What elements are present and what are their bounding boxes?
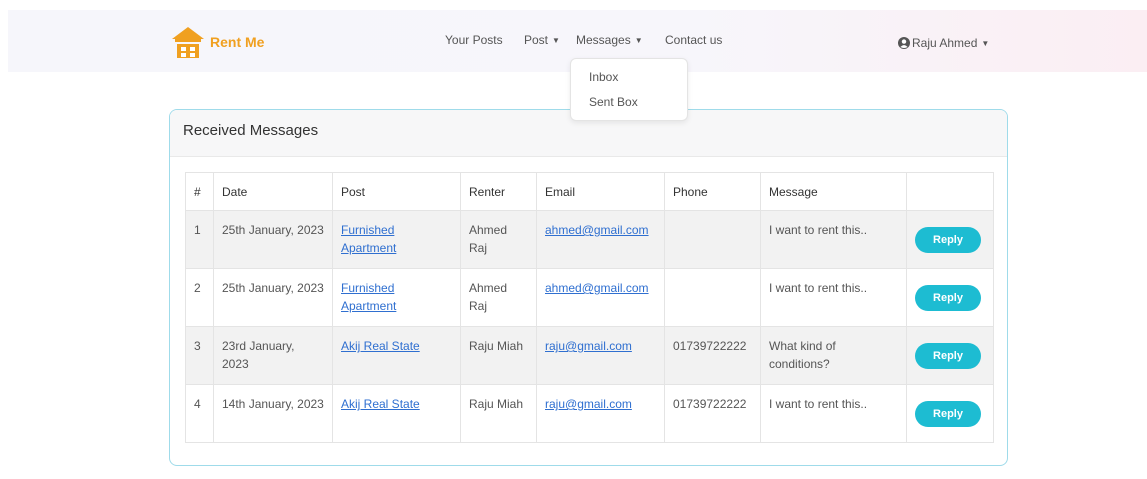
row-renter: Ahmed Raj	[460, 210, 537, 269]
row-date: 14th January, 2023	[213, 384, 333, 443]
row-post-cell: Furnished Apartment	[332, 210, 461, 269]
post-link[interactable]: Akij Real State	[341, 397, 420, 411]
row-post-cell: Akij Real State	[332, 326, 461, 385]
column-header: Message	[760, 172, 907, 211]
column-header: Phone	[664, 172, 761, 211]
row-message: What kind of conditions?	[760, 326, 907, 385]
reply-button[interactable]: Reply	[915, 342, 981, 369]
row-email-cell: ahmed@gmail.com	[536, 210, 665, 269]
row-renter: Ahmed Raj	[460, 268, 537, 327]
row-action-cell: Reply	[906, 384, 994, 443]
column-header: #	[185, 172, 214, 211]
house-logo-icon	[172, 27, 204, 58]
nav-messages-dropdown[interactable]: Messages ▼	[576, 33, 643, 47]
brand[interactable]: Rent Me	[170, 25, 264, 59]
row-email-cell: raju@gmail.com	[536, 384, 665, 443]
row-phone: 01739722222	[664, 326, 761, 385]
email-link[interactable]: ahmed@gmail.com	[545, 223, 649, 237]
email-link[interactable]: raju@gmail.com	[545, 397, 632, 411]
user-name: Raju Ahmed	[912, 36, 978, 50]
nav-post-label: Post	[524, 33, 549, 47]
dropdown-item-inbox[interactable]: Inbox	[589, 70, 618, 84]
dropdown-item-sent-box[interactable]: Sent Box	[589, 95, 638, 109]
row-post-cell: Furnished Apartment	[332, 268, 461, 327]
nav-contact-us[interactable]: Contact us	[665, 33, 722, 47]
row-message: I want to rent this..	[760, 384, 907, 443]
row-email-cell: raju@gmail.com	[536, 326, 665, 385]
row-renter: Raju Miah	[460, 326, 537, 385]
email-link[interactable]: raju@gmail.com	[545, 339, 632, 353]
post-link[interactable]: Furnished Apartment	[341, 223, 396, 255]
user-menu[interactable]: Raju Ahmed ▼	[898, 36, 989, 50]
nav-messages-label: Messages	[576, 33, 631, 47]
messages-dropdown-menu: Inbox Sent Box	[570, 58, 688, 121]
reply-button[interactable]: Reply	[915, 284, 981, 311]
row-phone	[664, 268, 761, 327]
row-action-cell: Reply	[906, 268, 994, 327]
caret-down-icon: ▼	[981, 38, 990, 48]
reply-button[interactable]: Reply	[915, 226, 981, 253]
page-title: Received Messages	[183, 122, 319, 139]
reply-button[interactable]: Reply	[915, 400, 981, 427]
row-phone: 01739722222	[664, 384, 761, 443]
column-header	[906, 172, 994, 211]
post-link[interactable]: Furnished Apartment	[341, 281, 396, 313]
row-renter: Raju Miah	[460, 384, 537, 443]
post-link[interactable]: Akij Real State	[341, 339, 420, 353]
column-header: Email	[536, 172, 665, 211]
row-phone	[664, 210, 761, 269]
row-action-cell: Reply	[906, 326, 994, 385]
table-header-row: # Date Post Renter Email Phone Message	[185, 172, 994, 211]
row-number: 2	[185, 268, 214, 327]
table-row: 4 14th January, 2023 Akij Real State Raj…	[185, 384, 994, 443]
table-row: 1 25th January, 2023 Furnished Apartment…	[185, 210, 994, 269]
nav-post-dropdown[interactable]: Post ▼	[524, 33, 560, 47]
row-date: 25th January, 2023	[213, 210, 333, 269]
row-email-cell: ahmed@gmail.com	[536, 268, 665, 327]
received-messages-card: Received Messages # Date Post Renter Ema…	[169, 109, 1008, 466]
row-date: 23rd January, 2023	[213, 326, 333, 385]
table-row: 3 23rd January, 2023 Akij Real State Raj…	[185, 326, 994, 385]
column-header: Date	[213, 172, 333, 211]
column-header: Renter	[460, 172, 537, 211]
brand-name: Rent Me	[210, 34, 265, 50]
row-number: 4	[185, 384, 214, 443]
email-link[interactable]: ahmed@gmail.com	[545, 281, 649, 295]
row-date: 25th January, 2023	[213, 268, 333, 327]
column-header: Post	[332, 172, 461, 211]
caret-down-icon: ▼	[552, 36, 560, 45]
row-action-cell: Reply	[906, 210, 994, 269]
table-row: 2 25th January, 2023 Furnished Apartment…	[185, 268, 994, 327]
row-message: I want to rent this..	[760, 210, 907, 269]
row-post-cell: Akij Real State	[332, 384, 461, 443]
row-message: I want to rent this..	[760, 268, 907, 327]
messages-table: # Date Post Renter Email Phone Message 1…	[185, 172, 994, 443]
row-number: 1	[185, 210, 214, 269]
row-number: 3	[185, 326, 214, 385]
caret-down-icon: ▼	[634, 36, 643, 45]
nav-your-posts[interactable]: Your Posts	[445, 33, 503, 47]
user-circle-icon	[898, 37, 910, 49]
